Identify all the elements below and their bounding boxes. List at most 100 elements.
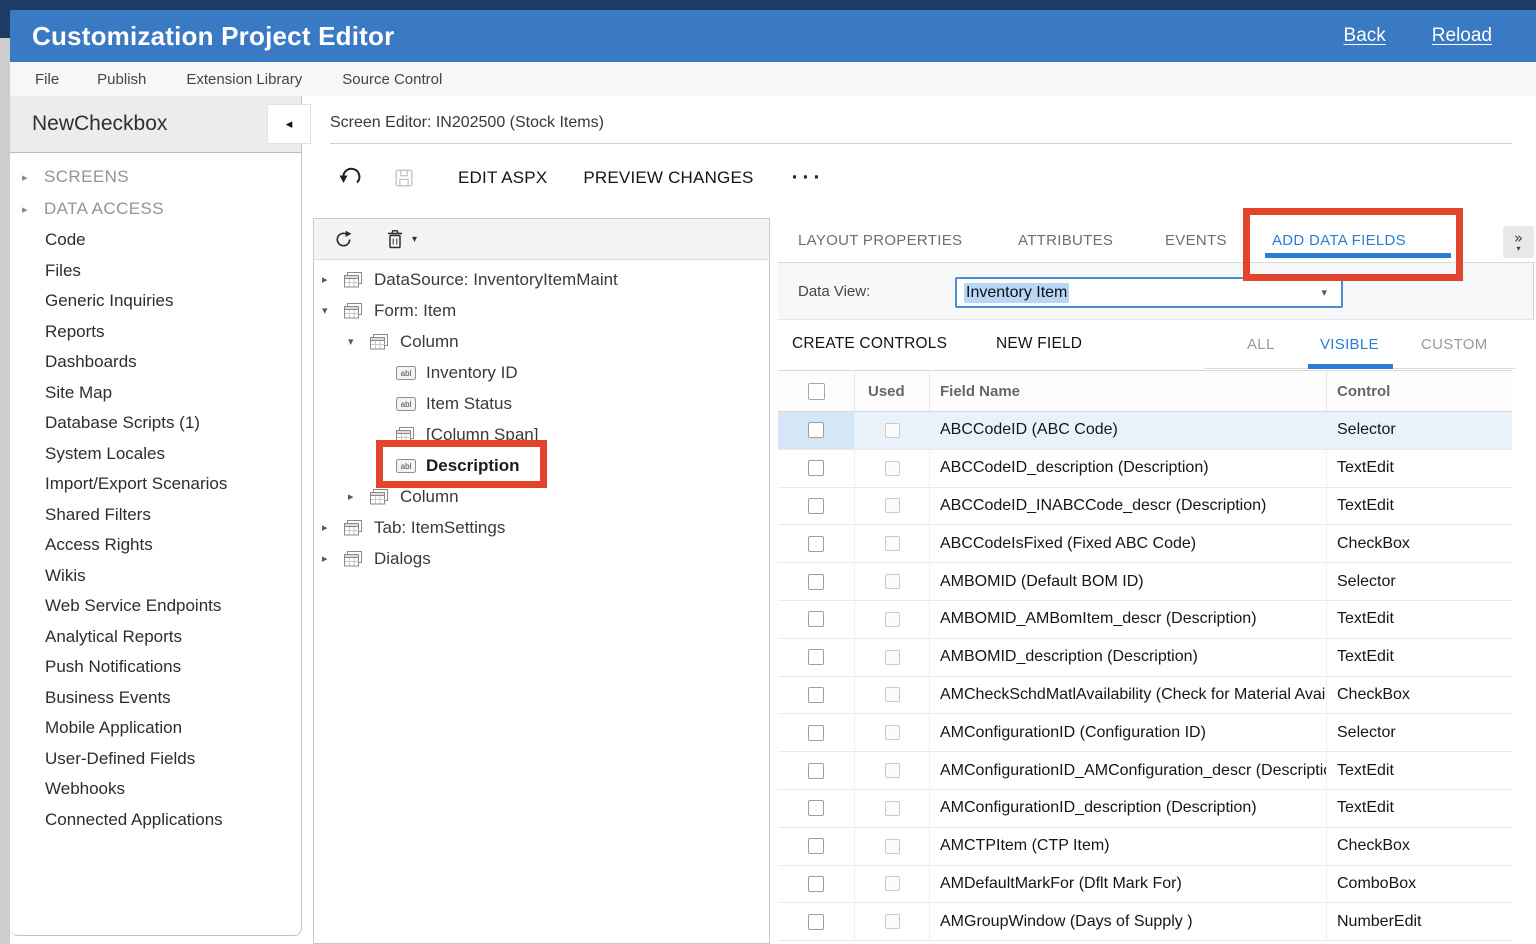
sidebar-item-user-defined-fields[interactable]: User-Defined Fields: [10, 744, 301, 775]
tree-node-datasource-inventoryitemmaint[interactable]: ▸DataSource: InventoryItemMaint: [314, 264, 769, 295]
row-select-checkbox[interactable]: [808, 725, 824, 741]
row-select-checkbox[interactable]: [808, 611, 824, 627]
field-row-abccodeid-description[interactable]: ABCCodeID_description (Description)TextE…: [778, 450, 1512, 488]
sidebar-item-files[interactable]: Files: [10, 256, 301, 287]
refresh-icon[interactable]: [334, 230, 353, 249]
row-select-checkbox[interactable]: [808, 763, 824, 779]
filter-custom[interactable]: CUSTOM: [1421, 336, 1488, 353]
field-row-abccodeid[interactable]: ABCCodeID (ABC Code)Selector: [778, 412, 1512, 450]
tree-node-inventory-id[interactable]: ablInventory ID: [314, 357, 769, 388]
used-checkbox[interactable]: [885, 839, 900, 854]
used-checkbox[interactable]: [885, 914, 900, 929]
tree-node-tab-itemsettings[interactable]: ▸Tab: ItemSettings: [314, 512, 769, 543]
row-select-checkbox[interactable]: [808, 914, 824, 930]
sidebar-group-data-access[interactable]: ▸DATA ACCESS: [10, 193, 301, 225]
used-checkbox[interactable]: [885, 612, 900, 627]
sidebar-item-import-export-scenarios[interactable]: Import/Export Scenarios: [10, 469, 301, 500]
undo-icon[interactable]: [338, 167, 362, 189]
tab-events[interactable]: EVENTS: [1165, 232, 1227, 249]
row-select-checkbox[interactable]: [808, 687, 824, 703]
sidebar-item-webhooks[interactable]: Webhooks: [10, 774, 301, 805]
sidebar-item-wikis[interactable]: Wikis: [10, 561, 301, 592]
field-row-ambomid[interactable]: AMBOMID (Default BOM ID)Selector: [778, 563, 1512, 601]
tree-expander-icon[interactable]: ▸: [348, 490, 370, 503]
row-select-checkbox[interactable]: [808, 536, 824, 552]
field-row-amcheckschdmatlavailability[interactable]: AMCheckSchdMatlAvailability (Check for M…: [778, 677, 1512, 715]
chevron-right-icon[interactable]: ▸: [22, 203, 44, 216]
used-checkbox[interactable]: [885, 876, 900, 891]
tree-node-column[interactable]: ▾Column: [314, 326, 769, 357]
tree-expander-icon[interactable]: ▸: [322, 552, 344, 565]
used-checkbox[interactable]: [885, 687, 900, 702]
field-row-amconfigurationid[interactable]: AMConfigurationID (Configuration ID)Sele…: [778, 714, 1512, 752]
tree-node-form-item[interactable]: ▾Form: Item: [314, 295, 769, 326]
sidebar-item-business-events[interactable]: Business Events: [10, 683, 301, 714]
tree-expander-icon[interactable]: ▾: [348, 335, 370, 348]
used-checkbox[interactable]: [885, 650, 900, 665]
used-checkbox[interactable]: [885, 461, 900, 476]
sidebar-item-shared-filters[interactable]: Shared Filters: [10, 500, 301, 531]
tab-layout-properties[interactable]: LAYOUT PROPERTIES: [798, 232, 962, 249]
field-row-ambomid-description[interactable]: AMBOMID_description (Description)TextEdi…: [778, 639, 1512, 677]
sidebar-item-reports[interactable]: Reports: [10, 317, 301, 348]
sidebar-item-generic-inquiries[interactable]: Generic Inquiries: [10, 286, 301, 317]
sidebar-item-connected-applications[interactable]: Connected Applications: [10, 805, 301, 836]
sidebar-item-analytical-reports[interactable]: Analytical Reports: [10, 622, 301, 653]
sidebar-item-access-rights[interactable]: Access Rights: [10, 530, 301, 561]
menu-item-source-control[interactable]: Source Control: [342, 71, 442, 88]
row-select-checkbox[interactable]: [808, 800, 824, 816]
create-controls-button[interactable]: CREATE CONTROLS: [792, 335, 947, 353]
tree-expander-icon[interactable]: ▸: [322, 521, 344, 534]
menu-item-extension-library[interactable]: Extension Library: [186, 71, 302, 88]
sidebar-item-push-notifications[interactable]: Push Notifications: [10, 652, 301, 683]
field-row-abccodeid-inabccode-descr[interactable]: ABCCodeID_INABCCode_descr (Description)T…: [778, 488, 1512, 526]
used-checkbox[interactable]: [885, 498, 900, 513]
tree-node-item-status[interactable]: ablItem Status: [314, 388, 769, 419]
row-select-checkbox[interactable]: [808, 460, 824, 476]
filter-visible[interactable]: VISIBLE: [1320, 336, 1379, 353]
panel-expand-button[interactable]: » ▾: [1503, 226, 1534, 258]
delete-icon[interactable]: [387, 229, 403, 249]
field-row-amconfigurationid-description[interactable]: AMConfigurationID_description (Descripti…: [778, 790, 1512, 828]
filter-all[interactable]: ALL: [1247, 336, 1275, 353]
preview-changes-button[interactable]: PREVIEW CHANGES: [583, 168, 753, 188]
data-view-combobox[interactable]: Inventory Item ▾: [955, 277, 1343, 308]
sidebar-item-mobile-application[interactable]: Mobile Application: [10, 713, 301, 744]
sidebar-item-code[interactable]: Code: [10, 225, 301, 256]
sidebar-item-dashboards[interactable]: Dashboards: [10, 347, 301, 378]
menu-item-publish[interactable]: Publish: [97, 71, 146, 88]
used-checkbox[interactable]: [885, 725, 900, 740]
used-checkbox[interactable]: [885, 574, 900, 589]
save-icon[interactable]: [392, 167, 416, 189]
field-row-amgroupwindow[interactable]: AMGroupWindow (Days of Supply )NumberEdi…: [778, 903, 1512, 941]
row-select-checkbox[interactable]: [808, 498, 824, 514]
row-select-checkbox[interactable]: [808, 876, 824, 892]
row-select-checkbox[interactable]: [808, 574, 824, 590]
sidebar-item-database-scripts-1[interactable]: Database Scripts (1): [10, 408, 301, 439]
tree-node-dialogs[interactable]: ▸Dialogs: [314, 543, 769, 574]
tab-attributes[interactable]: ATTRIBUTES: [1018, 232, 1113, 249]
used-checkbox[interactable]: [885, 763, 900, 778]
new-field-button[interactable]: NEW FIELD: [996, 335, 1082, 353]
edit-aspx-button[interactable]: EDIT ASPX: [458, 168, 547, 188]
sidebar-item-web-service-endpoints[interactable]: Web Service Endpoints: [10, 591, 301, 622]
field-row-abccodeisfixed[interactable]: ABCCodeIsFixed (Fixed ABC Code)CheckBox: [778, 525, 1512, 563]
tree-expander-icon[interactable]: ▾: [322, 304, 344, 317]
sidebar-collapse-button[interactable]: ◂: [267, 104, 311, 144]
select-all-checkbox[interactable]: [808, 383, 825, 400]
sidebar-item-system-locales[interactable]: System Locales: [10, 439, 301, 470]
used-checkbox[interactable]: [885, 536, 900, 551]
field-row-amdefaultmarkfor[interactable]: AMDefaultMarkFor (Dflt Mark For)ComboBox: [778, 866, 1512, 904]
reload-link[interactable]: Reload: [1432, 25, 1492, 47]
menu-item-file[interactable]: File: [35, 71, 59, 88]
field-row-amctpitem[interactable]: AMCTPItem (CTP Item)CheckBox: [778, 828, 1512, 866]
used-checkbox[interactable]: [885, 423, 900, 438]
more-actions-button[interactable]: ···: [792, 166, 825, 190]
sidebar-group-screens[interactable]: ▸SCREENS: [10, 161, 301, 193]
back-link[interactable]: Back: [1344, 25, 1386, 47]
sidebar-item-site-map[interactable]: Site Map: [10, 378, 301, 409]
tree-expander-icon[interactable]: ▸: [322, 273, 344, 286]
delete-dropdown-caret-icon[interactable]: ▾: [412, 234, 417, 245]
row-select-checkbox[interactable]: [808, 649, 824, 665]
chevron-right-icon[interactable]: ▸: [22, 171, 44, 184]
